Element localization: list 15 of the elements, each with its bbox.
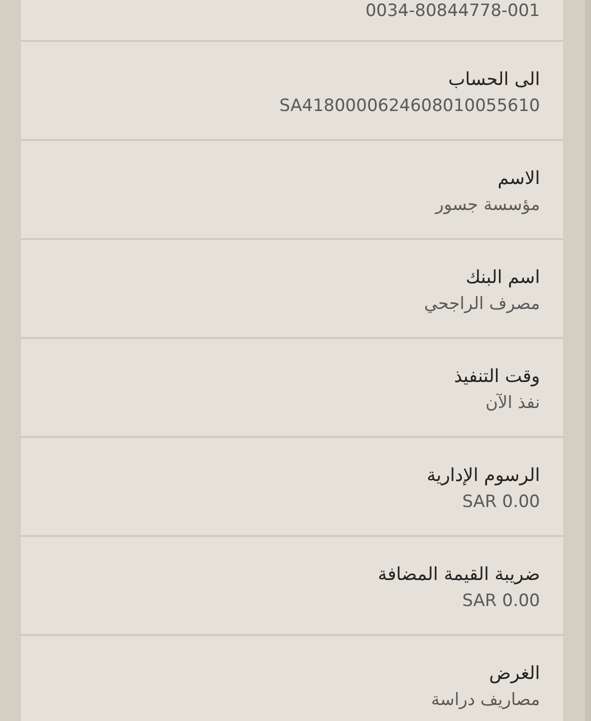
detail-label: الى الحساب xyxy=(448,68,540,92)
detail-label: الغرض xyxy=(489,662,540,686)
detail-label: الاسم xyxy=(498,167,540,191)
detail-value: مصاريف دراسة xyxy=(431,689,540,712)
detail-value: مصرف الراجحي xyxy=(424,293,540,316)
detail-value: SAR 0.00 xyxy=(462,590,540,613)
detail-value: نفذ الآن xyxy=(485,392,540,415)
detail-label: الرسوم الإدارية xyxy=(426,464,540,488)
detail-label: ضريبة القيمة المضافة xyxy=(378,563,540,587)
detail-label: وقت التنفيذ xyxy=(454,365,540,389)
detail-label: اسم البنك xyxy=(466,266,540,290)
detail-value: مؤسسة جسور xyxy=(436,194,540,217)
detail-value: SA4180000624608010055610 xyxy=(279,95,540,118)
detail-value: 0034-80844778-001 xyxy=(365,0,540,23)
detail-value: SAR 0.00 xyxy=(462,491,540,514)
